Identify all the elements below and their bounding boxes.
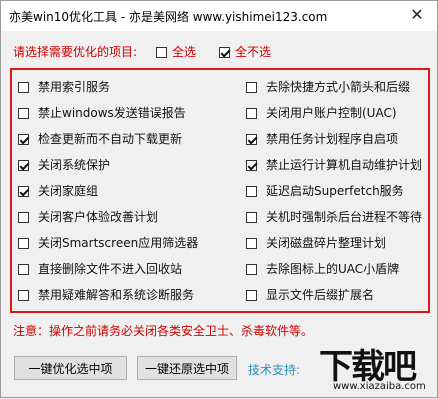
left-label-9: 禁用疑难解答和系统诊断服务: [38, 288, 195, 302]
app-window: 亦美win10优化工具 - 亦是美网络 www.yishimei123.com …: [0, 0, 438, 398]
right-checkbox-2[interactable]: [246, 108, 257, 119]
right-checkbox-5[interactable]: [246, 186, 257, 197]
select-none-option[interactable]: 全不选: [219, 43, 271, 60]
right-option-8[interactable]: 去除图标上的UAC小盾牌: [246, 260, 399, 277]
watermark-logo: 下载吧 www.xiazaiba.com: [319, 341, 437, 399]
select-all-label: 全选: [172, 45, 197, 59]
right-checkbox-8[interactable]: [246, 264, 257, 275]
right-label-1: 去除快捷方式小箭头和后缀: [266, 80, 411, 94]
support-label: 技术支持:: [248, 363, 301, 377]
left-label-2: 禁止windows发送错误报告: [38, 106, 186, 120]
right-label-2: 关闭用户账户控制(UAC): [266, 106, 397, 120]
right-label-8: 去除图标上的UAC小盾牌: [266, 262, 400, 276]
right-option-5[interactable]: 延迟启动Superfetch服务: [246, 182, 404, 199]
right-checkbox-4[interactable]: [246, 160, 257, 171]
left-label-5: 关闭家庭组: [38, 184, 99, 198]
left-option-8[interactable]: 直接删除文件不进入回收站: [18, 260, 182, 277]
left-option-5[interactable]: 关闭家庭组: [18, 182, 98, 199]
right-checkbox-3[interactable]: [246, 134, 257, 145]
left-label-4: 关闭系统保护: [38, 158, 111, 172]
left-checkbox-6[interactable]: [18, 212, 29, 223]
left-option-2[interactable]: 禁止windows发送错误报告: [18, 104, 186, 121]
left-label-1: 禁用索引服务: [38, 80, 111, 94]
left-checkbox-7[interactable]: [18, 238, 29, 249]
right-option-3[interactable]: 禁用任务计划程序自启项: [246, 130, 398, 147]
select-all-checkbox[interactable]: [156, 47, 167, 58]
left-option-6[interactable]: 关闭客户体验改善计划: [18, 208, 158, 225]
right-label-7: 关闭磁盘碎片整理计划: [266, 236, 387, 250]
left-option-4[interactable]: 关闭系统保护: [18, 156, 110, 173]
right-option-6[interactable]: 关机时强制杀后台进程不等待: [246, 208, 422, 225]
left-checkbox-1[interactable]: [18, 82, 29, 93]
right-option-4[interactable]: 禁止运行计算机自动维护计划: [246, 156, 422, 173]
left-option-7[interactable]: 关闭Smartscreen应用筛选器: [18, 234, 198, 251]
restore-selected-button[interactable]: 一键还原选中项: [137, 356, 237, 380]
right-checkbox-1[interactable]: [246, 82, 257, 93]
right-label-9: 显示文件后缀扩展名: [266, 288, 375, 302]
left-checkbox-2[interactable]: [18, 108, 29, 119]
select-none-checkbox[interactable]: [219, 47, 230, 58]
right-option-1[interactable]: 去除快捷方式小箭头和后缀: [246, 78, 410, 95]
left-option-1[interactable]: 禁用索引服务: [18, 78, 110, 95]
right-checkbox-6[interactable]: [246, 212, 257, 223]
left-label-6: 关闭客户体验改善计划: [38, 210, 159, 224]
close-button[interactable]: ✕: [407, 5, 427, 25]
select-none-label: 全不选: [235, 45, 272, 59]
right-label-3: 禁用任务计划程序自启项: [266, 132, 399, 146]
right-label-6: 关机时强制杀后台进程不等待: [266, 210, 423, 224]
left-label-8: 直接删除文件不进入回收站: [38, 262, 183, 276]
left-checkbox-5[interactable]: [18, 186, 29, 197]
right-option-9[interactable]: 显示文件后缀扩展名: [246, 286, 374, 303]
left-checkbox-4[interactable]: [18, 160, 29, 171]
right-option-7[interactable]: 关闭磁盘碎片整理计划: [246, 234, 386, 251]
left-checkbox-8[interactable]: [18, 264, 29, 275]
right-checkbox-9[interactable]: [246, 290, 257, 301]
right-option-2[interactable]: 关闭用户账户控制(UAC): [246, 104, 397, 121]
left-option-3[interactable]: 检查更新而不自动下载更新: [18, 130, 182, 147]
left-label-7: 关闭Smartscreen应用筛选器: [38, 236, 199, 250]
options-group: 禁用索引服务 禁止windows发送错误报告 检查更新而不自动下载更新 关闭系统保护关…: [10, 68, 430, 313]
right-label-5: 延迟启动Superfetch服务: [266, 184, 404, 198]
left-label-3: 检查更新而不自动下载更新: [38, 132, 183, 146]
select-prompt: 请选择需要优化的项目:: [13, 45, 138, 59]
left-option-9[interactable]: 禁用疑难解答和系统诊断服务: [18, 286, 194, 303]
warning-note: 注意：操作之前请务必关闭各类安全卫士、杀毒软件等。: [13, 324, 314, 338]
watermark-url: www.xiazaiba.com: [333, 381, 426, 392]
title-bar: 亦美win10优化工具 - 亦是美网络 www.yishimei123.com …: [1, 1, 437, 31]
left-checkbox-9[interactable]: [18, 290, 29, 301]
optimize-selected-button[interactable]: 一键优化选中项: [14, 356, 127, 380]
select-all-option[interactable]: 全选: [156, 43, 196, 60]
left-checkbox-3[interactable]: [18, 134, 29, 145]
right-checkbox-7[interactable]: [246, 238, 257, 249]
right-label-4: 禁止运行计算机自动维护计划: [266, 158, 423, 172]
window-title: 亦美win10优化工具 - 亦是美网络 www.yishimei123.com: [9, 10, 328, 24]
